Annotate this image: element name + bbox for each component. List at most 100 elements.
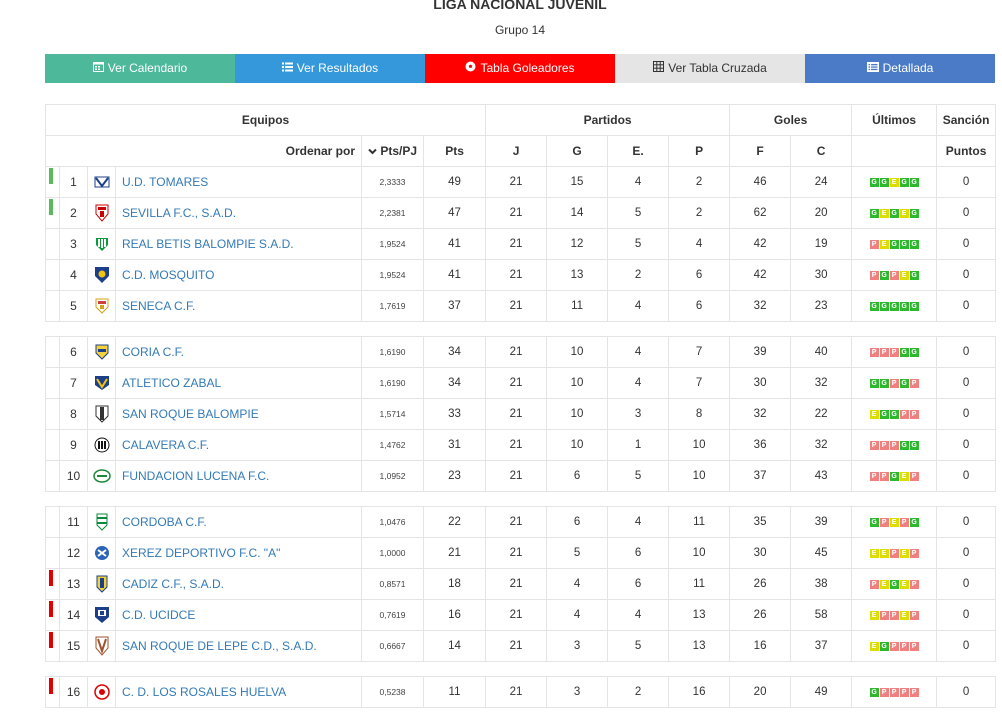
sanction-points: 0 [936,259,997,291]
table-icon [653,55,665,84]
result-badge: P [909,688,919,698]
last-results: GGGGG [851,290,938,322]
team-name-link[interactable]: CADIZ C.F., S.A.D. [115,568,362,600]
drawn: 6 [607,537,670,569]
position: 12 [59,537,88,569]
page-subtitle: Grupo 14 [494,23,546,37]
team-name-link[interactable]: ATLETICO ZABAL [115,367,362,399]
table-row: 13 CADIZ C.F., S.A.D. 0,8571 18 21 4 6 11 26 38 P E… [45,568,997,600]
won: 4 [546,568,609,600]
result-badge: P [909,611,919,621]
result-badge: G [889,209,899,219]
sanction-points: 0 [936,460,997,492]
zone-marker-cell [45,676,60,708]
ver-tabla-cruzada-button[interactable]: Ver Tabla Cruzada [615,54,805,83]
goals-for: 32 [729,290,792,322]
position: 8 [59,398,88,430]
result-badge: P [909,410,919,420]
sanction-points: 0 [936,537,997,569]
team-name-link[interactable]: CORDOBA C.F. [115,506,362,538]
drawn: 2 [607,259,670,291]
drawn: 4 [607,290,670,322]
pts-per-game: 1,0000 [361,537,424,569]
result-badge: G [909,348,919,358]
result-badge: G [869,302,879,312]
result-badge: P [909,472,919,482]
team-name-link[interactable]: REAL BETIS BALOMPIE S.A.D. [115,228,362,260]
table-row: 7 ATLETICO ZABAL 1,6190 34 21 10 4 7 30 32 G G P G P 0 [45,367,997,399]
goals-against: 37 [790,630,853,662]
result-badge: P [889,348,899,358]
team-name-link[interactable]: SAN ROQUE BALOMPIE [115,398,362,430]
pts-per-game: 0,6667 [361,630,424,662]
team-name-link[interactable]: U.D. TOMARES [115,166,362,198]
points: 14 [422,630,487,662]
goals-against: 20 [790,197,853,229]
zone-marker-cell [45,537,60,569]
header-g: G [546,135,609,167]
team-name-link[interactable]: C. D. LOS ROSALES HUELVA [115,676,362,708]
result-badge: P [899,518,909,528]
played: 21 [485,599,548,631]
result-badge: P [879,688,889,698]
zone-marker-cell [45,197,60,229]
team-name-link[interactable]: CALAVERA C.F. [115,429,362,461]
won: 12 [546,228,609,260]
last-results: GPEPG [851,506,938,538]
result-badge: E [869,611,879,621]
result-badge: G [899,441,909,451]
goals-against: 58 [790,599,853,631]
result-badge: E [879,240,889,250]
last-results: PPPGG [851,429,938,461]
drawn: 3 [607,398,670,430]
zone-marker-cell [45,630,60,662]
team-name-link[interactable]: SAN ROQUE DE LEPE C.D., S.A.D. [115,630,362,662]
goals-for: 26 [729,568,792,600]
ver-resultados-button[interactable]: Ver Resultados [235,54,425,83]
pts-per-game: 0,5238 [361,676,424,708]
team-crest-icon [87,398,116,430]
team-name-link[interactable]: XEREZ DEPORTIVO F.C. "A" [115,537,362,569]
button-bar: Ver Calendario Ver Resultados Tabla Gole… [45,54,995,83]
played: 21 [485,259,548,291]
goals-against: 45 [790,537,853,569]
team-name-link[interactable]: CORIA C.F. [115,336,362,368]
goals-for: 30 [729,537,792,569]
result-badge: G [879,642,889,652]
result-badge: G [909,178,919,188]
sanction-points: 0 [936,676,997,708]
zone-marker-cell [45,166,60,198]
team-crest-icon [87,676,116,708]
header-ordenar-por: Ordenar por [45,135,362,167]
tabla-goleadores-button[interactable]: Tabla Goleadores [425,54,615,83]
result-badge: G [909,302,919,312]
won: 11 [546,290,609,322]
ver-calendario-button[interactable]: Ver Calendario [45,54,235,83]
zone-marker-cell [45,398,60,430]
separator-cell [45,661,996,677]
header-ptspj-sort[interactable]: Pts/PJ [361,135,424,167]
list-alt-icon [866,55,879,84]
points: 41 [422,228,487,260]
sanction-points: 0 [936,568,997,600]
position: 4 [59,259,88,291]
result-badge: P [879,611,889,621]
detallada-button[interactable]: Detallada [805,54,995,83]
last-results: GPPPP [851,676,938,708]
team-name-link[interactable]: C.D. MOSQUITO [115,259,362,291]
team-name-link[interactable]: SENECA C.F. [115,290,362,322]
team-name-link[interactable]: C.D. UCIDCE [115,599,362,631]
header-equipos: Equipos [44,104,487,136]
played: 21 [485,537,548,569]
result-badge: G [869,209,879,219]
lost: 8 [668,398,731,430]
result-badge: E [889,178,899,188]
result-badge: G [869,688,879,698]
group-separator [45,491,996,507]
header-pts[interactable]: Pts [422,135,487,167]
result-badge: G [869,518,879,528]
team-name-link[interactable]: SEVILLA F.C., S.A.D. [115,197,362,229]
table-row: 10 FUNDACION LUCENA F.C. 1,0952 23 21 6 5 10 37 4… [45,460,997,492]
goals-against: 32 [790,429,853,461]
team-name-link[interactable]: FUNDACION LUCENA F.C. [115,460,362,492]
